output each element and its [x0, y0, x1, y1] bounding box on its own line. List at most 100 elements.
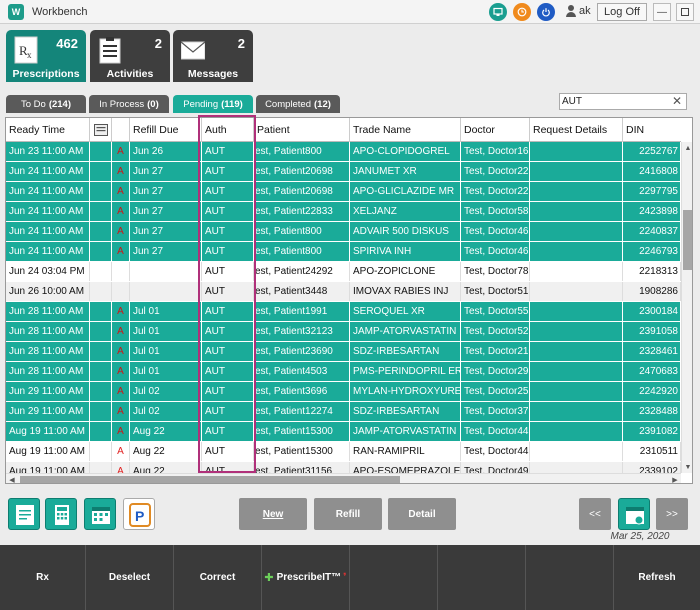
- column-header-trade-name[interactable]: Trade Name: [350, 118, 461, 142]
- table-row[interactable]: Jun 23 11:00 AM A Jun 26 AUT Test, Patient80…: [6, 142, 681, 162]
- cell-patient: Test, Patient20698: [254, 162, 350, 181]
- cell-doctor: Test, Doctor513: [461, 282, 530, 301]
- cell-doctor: Test, Doctor22: [461, 162, 530, 181]
- rx-function-button[interactable]: Rx: [0, 545, 86, 610]
- calendar-icon[interactable]: [84, 498, 116, 530]
- table-row[interactable]: Jun 24 03:04 PM AUT Test, Patient24292 APO-…: [6, 262, 681, 282]
- log-off-button[interactable]: Log Off: [597, 3, 647, 21]
- scroll-left-icon[interactable]: ◀: [6, 474, 18, 484]
- new-button[interactable]: New: [239, 498, 307, 530]
- cell-flag: A: [112, 142, 130, 161]
- minimize-button[interactable]: —: [653, 3, 671, 21]
- calculator-icon[interactable]: [45, 498, 77, 530]
- table-row[interactable]: Jun 28 11:00 AM A Jul 01 AUT Test, Patient32…: [6, 322, 681, 342]
- column-header-ready-time[interactable]: Ready Time: [6, 118, 90, 142]
- cell-ready-time: Jun 24 11:00 AM: [6, 162, 90, 181]
- clock-icon[interactable]: [513, 3, 531, 21]
- cell-trade-name: PMS-PERINDOPRIL ERBU: [350, 362, 461, 381]
- table-row[interactable]: Jun 28 11:00 AM A Jul 01 AUT Test, Patient23…: [6, 342, 681, 362]
- cell-patient: Test, Patient12274: [254, 402, 350, 421]
- tab-in-process[interactable]: In Process (0): [89, 95, 169, 113]
- vertical-scroll-thumb[interactable]: [683, 210, 692, 270]
- table-row[interactable]: Jun 29 11:00 AM A Jul 02 AUT Test, Patient12…: [6, 402, 681, 422]
- table-row[interactable]: Jun 28 11:00 AM A Jul 01 AUT Test, Patient45…: [6, 362, 681, 382]
- cell-auth: AUT: [202, 222, 254, 241]
- cell-patient: Test, Patient32123: [254, 322, 350, 341]
- empty-function-key[interactable]: [438, 545, 526, 610]
- column-header-patient[interactable]: Patient: [254, 118, 350, 142]
- search-input[interactable]: [562, 95, 670, 108]
- cell-doctor: Test, Doctor783: [461, 262, 530, 281]
- correct-button[interactable]: Correct: [174, 545, 262, 610]
- cell-doctor: Test, Doctor256: [461, 382, 530, 401]
- scroll-up-icon[interactable]: ▲: [682, 142, 692, 154]
- horizontal-scroll-thumb[interactable]: [20, 476, 400, 483]
- tab-completed[interactable]: Completed (12): [256, 95, 340, 113]
- table-row[interactable]: Jun 24 11:00 AM A Jun 27 AUT Test, Patient80…: [6, 242, 681, 262]
- table-row[interactable]: Jun 29 11:00 AM A Jul 02 AUT Test, Patient36…: [6, 382, 681, 402]
- column-header-flag[interactable]: [112, 118, 130, 142]
- cell-auth: AUT: [202, 242, 254, 261]
- cell-auth: AUT: [202, 382, 254, 401]
- column-header-notes[interactable]: [90, 118, 112, 142]
- tab-label: Pending: [183, 98, 219, 110]
- table-row[interactable]: Aug 19 11:00 AM A Aug 22 AUT Test, Patient15…: [6, 422, 681, 442]
- tile-activities[interactable]: 2 Activities: [90, 30, 170, 82]
- cell-notes: [90, 142, 112, 161]
- table-row[interactable]: Jun 24 11:00 AM A Jun 27 AUT Test, Patient20…: [6, 162, 681, 182]
- monitor-icon[interactable]: [489, 3, 507, 21]
- cell-request-details: [530, 142, 623, 161]
- table-row[interactable]: Jun 24 11:00 AM A Jun 27 AUT Test, Patient20…: [6, 182, 681, 202]
- table-row[interactable]: Aug 19 11:00 AM A Aug 22 AUT Test, Patient31…: [6, 462, 681, 473]
- date-picker-icon[interactable]: [618, 498, 650, 530]
- table-row[interactable]: Aug 19 11:00 AM A Aug 22 AUT Test, Patient15…: [6, 442, 681, 462]
- previous-date-button[interactable]: <<: [579, 498, 611, 530]
- scroll-right-icon[interactable]: ▶: [669, 474, 681, 484]
- power-icon[interactable]: [537, 3, 555, 21]
- deselect-button[interactable]: Deselect: [86, 545, 174, 610]
- cell-ready-time: Jun 24 11:00 AM: [6, 202, 90, 221]
- table-row[interactable]: Jun 24 11:00 AM A Jun 27 AUT Test, Patient22…: [6, 202, 681, 222]
- cell-patient: Test, Patient800: [254, 222, 350, 241]
- cell-din: 2470683: [623, 362, 681, 381]
- cell-notes: [90, 342, 112, 361]
- table-row[interactable]: Jun 28 11:00 AM A Jul 01 AUT Test, Patient19…: [6, 302, 681, 322]
- tile-prescriptions[interactable]: Rx 462 Prescriptions: [6, 30, 86, 82]
- refill-button[interactable]: Refill: [314, 498, 382, 530]
- column-header-auth[interactable]: Auth: [202, 118, 254, 142]
- table-row[interactable]: Jun 26 10:00 AM AUT Test, Patient3448 IMOVA…: [6, 282, 681, 302]
- pharmacy-logo-icon[interactable]: P: [123, 498, 155, 530]
- tab-pending[interactable]: Pending (119): [173, 95, 253, 113]
- prescribeit-button[interactable]: ✚ PrescribeIT™ ❜: [262, 545, 350, 610]
- cell-notes: [90, 282, 112, 301]
- cell-ready-time: Jun 28 11:00 AM: [6, 342, 90, 361]
- column-header-doctor[interactable]: Doctor: [461, 118, 530, 142]
- empty-function-key[interactable]: [350, 545, 438, 610]
- cell-request-details: [530, 162, 623, 181]
- column-header-request-details[interactable]: Request Details: [530, 118, 623, 142]
- cell-patient: Test, Patient24292: [254, 262, 350, 281]
- grid-rows: Jun 23 11:00 AM A Jun 26 AUT Test, Patient80…: [6, 142, 681, 473]
- cell-patient: Test, Patient20698: [254, 182, 350, 201]
- column-header-refill-due[interactable]: Refill Due: [130, 118, 202, 142]
- detail-button[interactable]: Detail: [388, 498, 456, 530]
- cell-trade-name: SPIRIVA INH: [350, 242, 461, 261]
- vertical-scrollbar[interactable]: ▲ ▼: [681, 142, 692, 473]
- scroll-down-icon[interactable]: ▼: [682, 461, 692, 473]
- notes-tool-icon[interactable]: [8, 498, 40, 530]
- table-row[interactable]: Jun 24 11:00 AM A Jun 27 AUT Test, Patient80…: [6, 222, 681, 242]
- refresh-button[interactable]: Refresh: [614, 545, 700, 610]
- maximize-button[interactable]: [676, 3, 694, 21]
- tab-to-do[interactable]: To Do (214): [6, 95, 86, 113]
- cell-flag: A: [112, 322, 130, 341]
- next-date-button[interactable]: >>: [656, 498, 688, 530]
- tile-messages[interactable]: 2 Messages: [173, 30, 253, 82]
- clear-search-icon[interactable]: ✕: [672, 94, 682, 109]
- cell-din: 2242920: [623, 382, 681, 401]
- cell-flag: A: [112, 382, 130, 401]
- horizontal-scrollbar[interactable]: ◀ ▶: [6, 473, 681, 484]
- search-box: ✕: [559, 93, 687, 110]
- column-header-din[interactable]: DIN: [623, 118, 681, 142]
- empty-function-key[interactable]: [526, 545, 614, 610]
- cell-trade-name: APO-ZOPICLONE: [350, 262, 461, 281]
